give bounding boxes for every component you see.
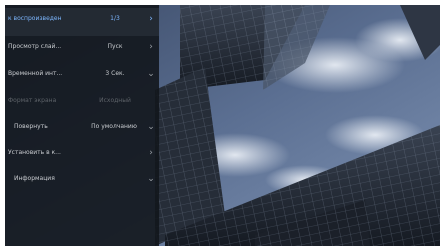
menu-item-label: к воспроизведен <box>8 15 62 22</box>
menu-item-value: По умолчанию <box>91 123 137 130</box>
menu-item-value: 3 Сек. <box>105 70 125 77</box>
menu-item-label: Просмотр слай... <box>8 43 62 50</box>
chevron-down-icon: ⌄ <box>147 174 155 184</box>
menu-item-value: Исходный <box>99 97 131 104</box>
menu-item-value: 1/3 <box>110 15 120 22</box>
chevron-down-icon: ⌄ <box>147 122 155 132</box>
menu-item-aspect-ratio: Формат экрана Исходный <box>5 90 159 118</box>
settings-panel: к воспроизведен 1/3 › Просмотр слай... П… <box>5 5 159 246</box>
menu-item-rotate[interactable]: Повернуть По умолчанию ⌄ <box>5 116 159 144</box>
menu-item-info[interactable]: Информация ⌄ <box>5 168 159 196</box>
menu-item-value: Пуск <box>107 43 123 50</box>
menu-item-slideshow[interactable]: Просмотр слай... Пуск › <box>5 36 159 64</box>
menu-item-label: Формат экрана <box>8 97 57 104</box>
menu-item-label: Установить в к... <box>8 149 61 156</box>
menu-item-set-as[interactable]: Установить в к... › <box>5 142 159 170</box>
menu-item-label: Временной инт... <box>8 70 63 77</box>
menu-item-interval[interactable]: Временной инт... 3 Сек. ⌄ <box>5 63 159 91</box>
chevron-down-icon: ⌄ <box>147 69 155 79</box>
menu-item-playback[interactable]: к воспроизведен 1/3 › <box>5 8 159 36</box>
menu-item-label: Информация <box>14 175 55 182</box>
chevron-right-icon: › <box>149 148 153 158</box>
chevron-right-icon: › <box>149 14 153 24</box>
screen: к воспроизведен 1/3 › Просмотр слай... П… <box>5 5 440 246</box>
chevron-right-icon: › <box>149 42 153 52</box>
menu-item-label: Повернуть <box>14 123 48 130</box>
